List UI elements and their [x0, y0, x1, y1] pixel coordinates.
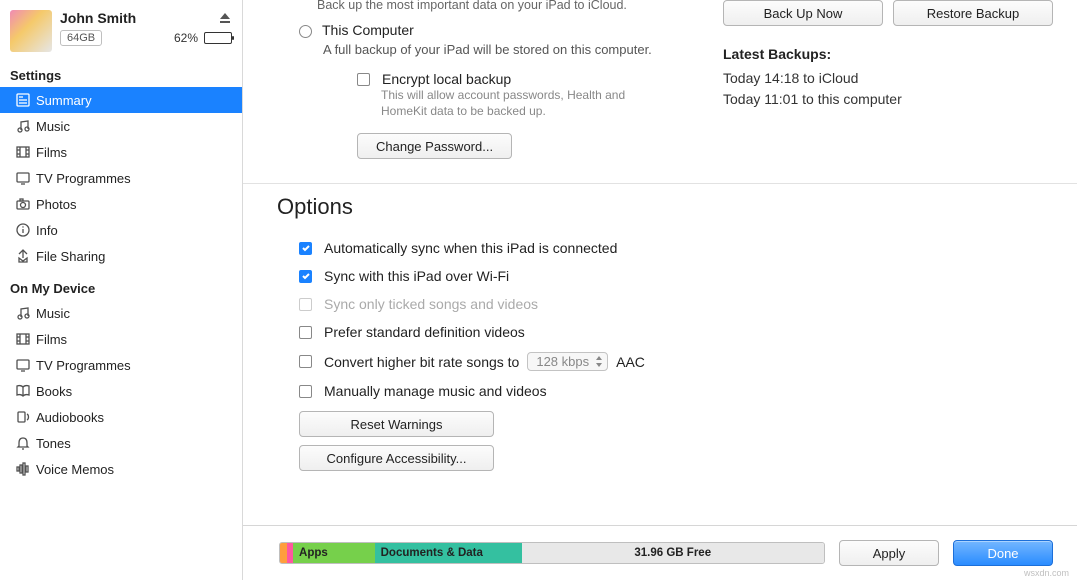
camera-icon: [10, 196, 36, 212]
info-icon: [10, 222, 36, 238]
bell-icon: [10, 435, 36, 451]
device-name: John Smith: [60, 10, 136, 26]
film-icon: [10, 331, 36, 347]
sidebar-item-info[interactable]: Info: [0, 217, 242, 243]
sidebar-item-label: TV Programmes: [36, 171, 131, 186]
capacity-badge: 64GB: [60, 30, 102, 46]
music-icon: [10, 305, 36, 321]
convert-bitrate-label: Convert higher bit rate songs to: [324, 354, 519, 370]
sidebar-item-label: Music: [36, 306, 70, 321]
watermark: wsxdn.com: [1024, 568, 1069, 578]
ticked-only-label: Sync only ticked songs and videos: [324, 296, 538, 312]
sidebar-item-d-tones[interactable]: Tones: [0, 430, 242, 456]
battery-percent: 62%: [174, 31, 198, 45]
back-up-now-button[interactable]: Back Up Now: [723, 0, 883, 26]
sidebar-item-label: Tones: [36, 436, 71, 451]
wifi-sync-label: Sync with this iPad over Wi-Fi: [324, 268, 509, 284]
sidebar-item-d-music[interactable]: Music: [0, 300, 242, 326]
on-my-device-header: On My Device: [0, 275, 242, 300]
done-button[interactable]: Done: [953, 540, 1053, 566]
auto-sync-checkbox[interactable]: [299, 242, 312, 255]
auto-sync-label: Automatically sync when this iPad is con…: [324, 240, 617, 256]
sidebar-item-d-tv[interactable]: TV Programmes: [0, 352, 242, 378]
this-computer-radio[interactable]: [299, 25, 312, 38]
sidebar-item-d-memos[interactable]: Voice Memos: [0, 456, 242, 482]
sidebar-item-photos[interactable]: Photos: [0, 191, 242, 217]
storage-apps-segment: Apps: [293, 543, 375, 563]
book-icon: [10, 383, 36, 399]
reset-warnings-button[interactable]: Reset Warnings: [299, 411, 494, 437]
sidebar-item-tv[interactable]: TV Programmes: [0, 165, 242, 191]
sidebar: John Smith 64GB 62% Settings Summary Musi…: [0, 0, 243, 580]
restore-backup-button[interactable]: Restore Backup: [893, 0, 1053, 26]
sidebar-item-label: Books: [36, 384, 72, 399]
wifi-sync-checkbox[interactable]: [299, 270, 312, 283]
sidebar-item-films[interactable]: Films: [0, 139, 242, 165]
sidebar-item-label: Music: [36, 119, 70, 134]
sd-video-checkbox[interactable]: [299, 326, 312, 339]
apply-button[interactable]: Apply: [839, 540, 939, 566]
audiobook-icon: [10, 409, 36, 425]
manual-manage-checkbox[interactable]: [299, 385, 312, 398]
this-computer-label: This Computer: [322, 22, 414, 38]
storage-free-segment: 31.96 GB Free: [522, 543, 825, 563]
this-computer-desc: A full backup of your iPad will be store…: [323, 42, 703, 57]
divider: [243, 183, 1077, 184]
latest-backups-header: Latest Backups:: [723, 46, 1053, 62]
device-header: John Smith 64GB 62%: [0, 6, 242, 62]
change-password-button[interactable]: Change Password...: [357, 133, 512, 159]
tv-icon: [10, 170, 36, 186]
music-icon: [10, 118, 36, 134]
sd-video-label: Prefer standard definition videos: [324, 324, 525, 340]
encrypt-checkbox[interactable]: [357, 73, 370, 86]
device-thumbnail: [10, 10, 52, 52]
sidebar-item-label: Films: [36, 332, 67, 347]
sidebar-item-label: Summary: [36, 93, 92, 108]
sidebar-item-label: Films: [36, 145, 67, 160]
battery-indicator: 62%: [174, 31, 232, 45]
sidebar-item-label: Voice Memos: [36, 462, 114, 477]
share-icon: [10, 248, 36, 264]
sidebar-item-d-audio[interactable]: Audiobooks: [0, 404, 242, 430]
film-icon: [10, 144, 36, 160]
footer: Apps Documents & Data 31.96 GB Free Appl…: [243, 525, 1077, 580]
bitrate-select[interactable]: 128 kbps: [527, 352, 608, 371]
sidebar-item-label: Audiobooks: [36, 410, 104, 425]
sidebar-item-summary[interactable]: Summary: [0, 87, 242, 113]
sidebar-item-label: Info: [36, 223, 58, 238]
manual-manage-label: Manually manage music and videos: [324, 383, 547, 399]
latest-backup-line: Today 14:18 to iCloud: [723, 68, 1053, 89]
memo-icon: [10, 461, 36, 477]
options-title: Options: [277, 194, 1053, 220]
eject-icon[interactable]: [218, 11, 232, 25]
icloud-backup-desc: Back up the most important data on your …: [317, 0, 703, 12]
sidebar-item-d-books[interactable]: Books: [0, 378, 242, 404]
tv-icon: [10, 357, 36, 373]
sidebar-item-label: TV Programmes: [36, 358, 131, 373]
sidebar-item-d-films[interactable]: Films: [0, 326, 242, 352]
settings-header: Settings: [0, 62, 242, 87]
sidebar-item-label: Photos: [36, 197, 76, 212]
ticked-only-checkbox: [299, 298, 312, 311]
storage-bar: Apps Documents & Data 31.96 GB Free: [279, 542, 825, 564]
convert-bitrate-checkbox[interactable]: [299, 355, 312, 368]
sidebar-item-label: File Sharing: [36, 249, 105, 264]
sidebar-item-filesharing[interactable]: File Sharing: [0, 243, 242, 269]
main-panel: Back up the most important data on your …: [243, 0, 1077, 580]
sidebar-item-music[interactable]: Music: [0, 113, 242, 139]
encrypt-desc: This will allow account passwords, Healt…: [381, 87, 663, 119]
encrypt-label: Encrypt local backup: [382, 71, 511, 87]
aac-label: AAC: [616, 354, 645, 370]
configure-accessibility-button[interactable]: Configure Accessibility...: [299, 445, 494, 471]
latest-backup-line: Today 11:01 to this computer: [723, 89, 1053, 110]
summary-icon: [10, 92, 36, 108]
storage-docs-segment: Documents & Data: [375, 543, 522, 563]
